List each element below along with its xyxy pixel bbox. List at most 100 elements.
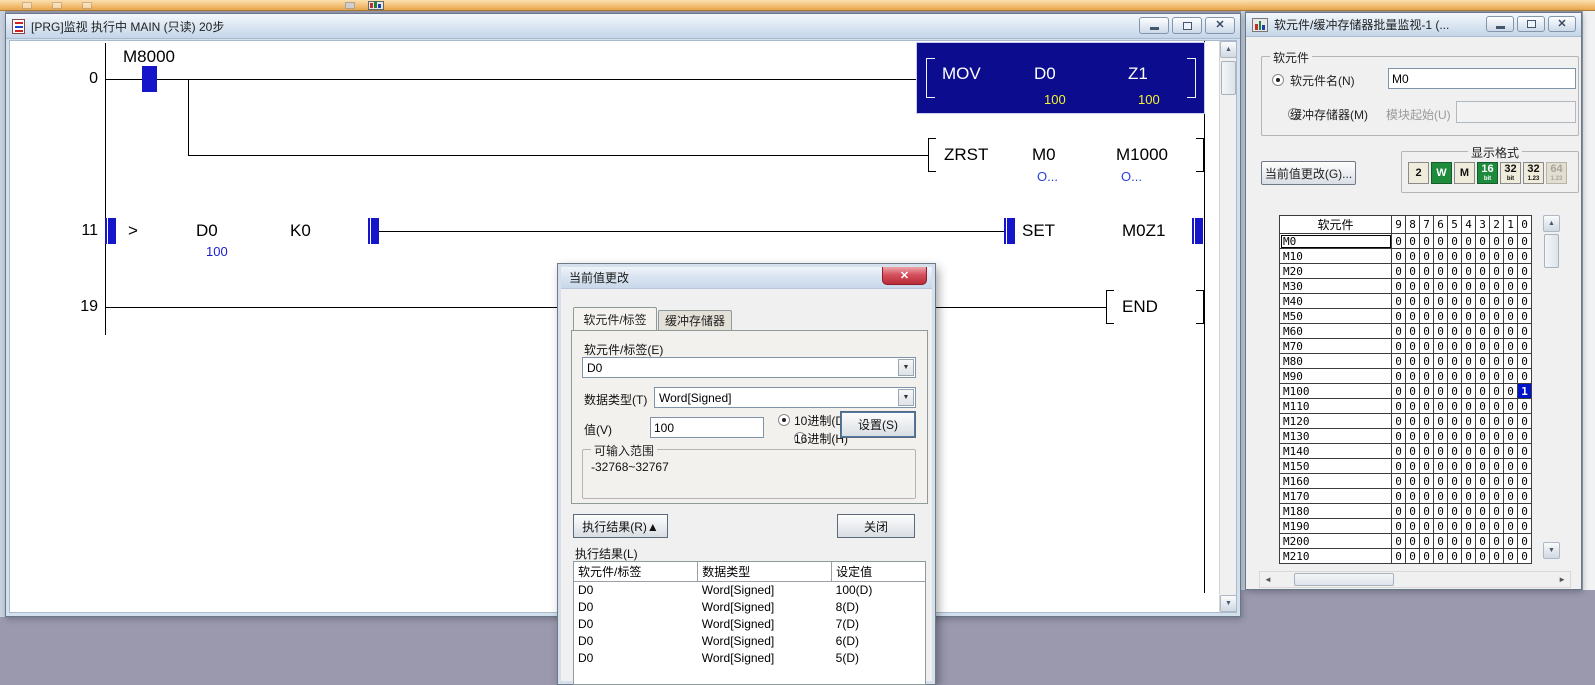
set-button[interactable]: 设置(S) <box>840 411 916 438</box>
bit-value-cell[interactable]: 0 <box>1476 534 1490 549</box>
bit-value-cell[interactable]: 0 <box>1434 294 1448 309</box>
contact-device-label[interactable]: M8000 <box>123 47 175 67</box>
compare-contact-left-icon[interactable] <box>105 218 116 244</box>
bit-value-cell[interactable]: 0 <box>1504 474 1518 489</box>
bit-value-cell[interactable]: 0 <box>1406 369 1420 384</box>
bit-value-cell[interactable]: 0 <box>1504 354 1518 369</box>
device-name-cell[interactable]: M90 <box>1280 369 1392 384</box>
bit-value-cell[interactable]: 0 <box>1476 474 1490 489</box>
bit-value-cell[interactable]: 0 <box>1434 444 1448 459</box>
bit-value-cell[interactable]: 0 <box>1462 339 1476 354</box>
bit-value-cell[interactable]: 0 <box>1462 549 1476 564</box>
restore-icon[interactable] <box>1517 16 1545 32</box>
toolbar-icon[interactable] <box>345 2 355 9</box>
bit-value-cell[interactable]: 0 <box>1420 249 1434 264</box>
bit-value-cell[interactable]: 0 <box>1490 444 1504 459</box>
bit-value-cell[interactable]: 0 <box>1504 369 1518 384</box>
format-32-bit-button[interactable]: 32bit <box>1500 162 1521 184</box>
monitor-chart-icon[interactable] <box>368 1 384 10</box>
bit-value-cell[interactable]: 0 <box>1448 549 1462 564</box>
ladder-window-titlebar[interactable]: [PRG]监视 执行中 MAIN (只读) 20步 ✕ <box>6 14 1240 39</box>
format-32-1.23-button[interactable]: 321.23 <box>1523 162 1544 184</box>
bit-value-cell[interactable]: 0 <box>1518 414 1532 429</box>
device-name-cell[interactable]: M10 <box>1280 249 1392 264</box>
bit-value-cell[interactable]: 0 <box>1490 354 1504 369</box>
bit-value-cell[interactable]: 0 <box>1420 399 1434 414</box>
bit-value-cell[interactable]: 0 <box>1518 474 1532 489</box>
bit-value-cell[interactable]: 0 <box>1448 474 1462 489</box>
bit-value-cell[interactable]: 0 <box>1406 264 1420 279</box>
bit-value-cell[interactable]: 0 <box>1462 519 1476 534</box>
bit-value-cell[interactable]: 0 <box>1504 279 1518 294</box>
scroll-right-icon[interactable]: ► <box>1558 575 1566 584</box>
bit-value-cell[interactable]: 0 <box>1462 279 1476 294</box>
bit-value-cell[interactable]: 0 <box>1406 534 1420 549</box>
bit-value-cell[interactable]: 0 <box>1504 339 1518 354</box>
format-W-button[interactable]: W <box>1431 162 1452 184</box>
device-name-input[interactable] <box>1388 68 1576 89</box>
close-icon[interactable]: ✕ <box>1548 16 1576 32</box>
bit-value-cell[interactable]: 0 <box>1420 354 1434 369</box>
result-row[interactable]: D0Word[Signed]6(D) <box>574 633 925 650</box>
bit-value-cell[interactable]: 0 <box>1392 369 1406 384</box>
zrst-op[interactable]: ZRST <box>944 145 988 165</box>
bit-value-cell[interactable]: 0 <box>1518 489 1532 504</box>
bit-value-cell[interactable]: 0 <box>1462 234 1476 249</box>
bit-value-cell[interactable]: 0 <box>1420 444 1434 459</box>
zrst-d2[interactable]: M1000 <box>1116 145 1168 165</box>
bit-value-cell[interactable]: 0 <box>1448 504 1462 519</box>
bit-value-cell[interactable]: 0 <box>1406 249 1420 264</box>
bit-value-cell[interactable]: 1 <box>1518 384 1532 399</box>
bit-value-cell[interactable]: 0 <box>1434 234 1448 249</box>
bit-value-cell[interactable]: 0 <box>1462 249 1476 264</box>
toolbar-icon[interactable] <box>22 2 32 9</box>
bit-value-cell[interactable]: 0 <box>1448 489 1462 504</box>
bit-value-cell[interactable]: 0 <box>1434 399 1448 414</box>
bit-value-cell[interactable]: 0 <box>1406 339 1420 354</box>
bit-value-cell[interactable]: 0 <box>1476 459 1490 474</box>
device-name-cell[interactable]: M130 <box>1280 429 1392 444</box>
bit-value-cell[interactable]: 0 <box>1504 399 1518 414</box>
bit-value-cell[interactable]: 0 <box>1406 549 1420 564</box>
bit-value-cell[interactable]: 0 <box>1392 234 1406 249</box>
bit-value-cell[interactable]: 0 <box>1448 279 1462 294</box>
close-button[interactable]: 关闭 <box>837 514 915 538</box>
bit-value-cell[interactable]: 0 <box>1392 264 1406 279</box>
device-name-cell[interactable]: M190 <box>1280 519 1392 534</box>
bit-value-cell[interactable]: 0 <box>1420 504 1434 519</box>
bit-value-cell[interactable]: 0 <box>1518 339 1532 354</box>
bit-value-cell[interactable]: 0 <box>1504 444 1518 459</box>
bit-value-cell[interactable]: 0 <box>1490 369 1504 384</box>
bit-value-cell[interactable]: 0 <box>1476 234 1490 249</box>
bit-value-cell[interactable]: 0 <box>1504 534 1518 549</box>
bit-value-cell[interactable]: 0 <box>1420 339 1434 354</box>
bit-value-cell[interactable]: 0 <box>1448 264 1462 279</box>
bit-value-cell[interactable]: 0 <box>1392 384 1406 399</box>
bit-value-cell[interactable]: 0 <box>1392 519 1406 534</box>
compare-contact-right-icon[interactable] <box>368 218 379 244</box>
bit-value-cell[interactable]: 0 <box>1392 429 1406 444</box>
bit-value-cell[interactable]: 0 <box>1420 489 1434 504</box>
device-name-cell[interactable]: M30 <box>1280 279 1392 294</box>
bit-value-cell[interactable]: 0 <box>1518 369 1532 384</box>
bit-value-cell[interactable]: 0 <box>1504 264 1518 279</box>
bit-value-cell[interactable]: 0 <box>1434 534 1448 549</box>
set-bracket-left-icon[interactable] <box>1004 218 1015 244</box>
bit-value-cell[interactable]: 0 <box>1476 489 1490 504</box>
bit-value-cell[interactable]: 0 <box>1462 264 1476 279</box>
bit-value-cell[interactable]: 0 <box>1448 354 1462 369</box>
bit-value-cell[interactable]: 0 <box>1406 414 1420 429</box>
bit-value-cell[interactable]: 0 <box>1406 384 1420 399</box>
bit-value-cell[interactable]: 0 <box>1420 264 1434 279</box>
bit-value-cell[interactable]: 0 <box>1518 549 1532 564</box>
bit-value-cell[interactable]: 0 <box>1476 339 1490 354</box>
bit-value-cell[interactable]: 0 <box>1448 339 1462 354</box>
compare-s1[interactable]: D0 <box>196 221 218 241</box>
bit-value-cell[interactable]: 0 <box>1392 414 1406 429</box>
bit-value-cell[interactable]: 0 <box>1392 459 1406 474</box>
bit-value-cell[interactable]: 0 <box>1392 504 1406 519</box>
monitor-horizontal-scrollbar[interactable]: ◄ ► <box>1259 571 1571 588</box>
result-row[interactable]: D0Word[Signed]8(D) <box>574 599 925 616</box>
bit-value-cell[interactable]: 0 <box>1462 534 1476 549</box>
device-name-cell[interactable]: M150 <box>1280 459 1392 474</box>
